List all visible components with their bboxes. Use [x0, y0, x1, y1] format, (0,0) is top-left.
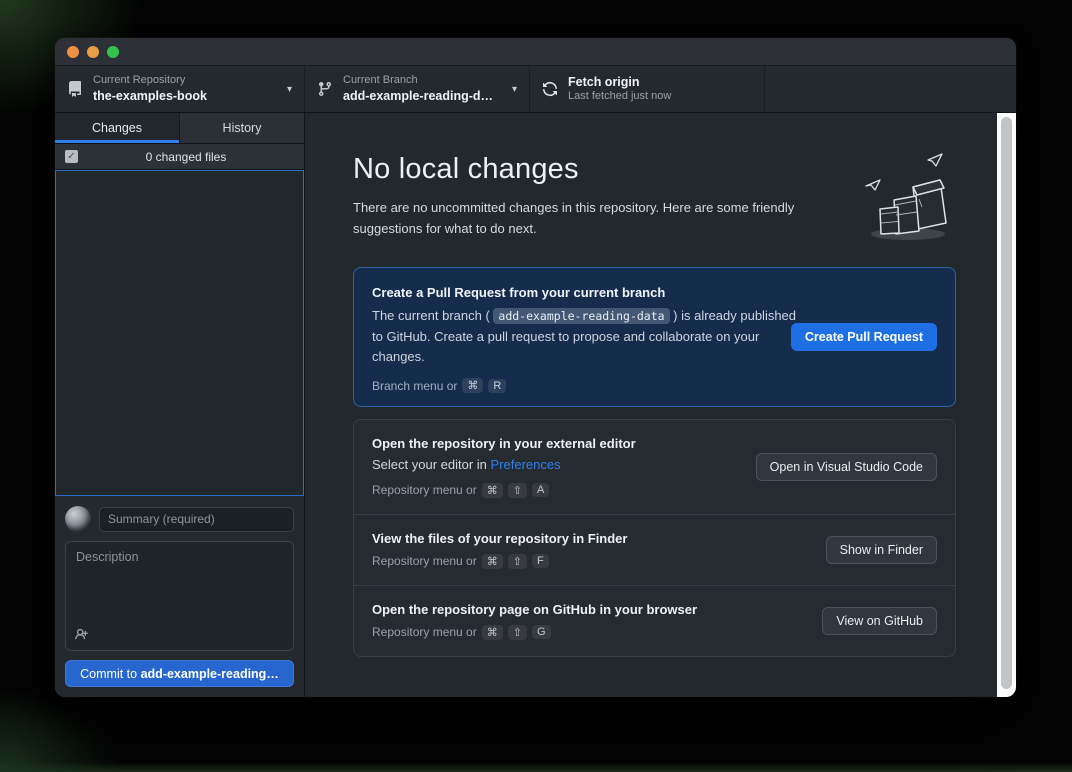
- body-text: Select your editor in: [372, 457, 491, 472]
- key-g: G: [532, 625, 551, 639]
- current-repository-dropdown[interactable]: Current Repository the-examples-book ▾: [55, 66, 305, 112]
- empty-state-illustration: [858, 151, 954, 243]
- sidebar-tabs: Changes History: [55, 113, 304, 144]
- suggestions-group: Open the repository in your external edi…: [353, 419, 956, 657]
- key-shift: ⇧: [508, 483, 527, 498]
- maximize-window-button[interactable]: [107, 46, 119, 58]
- toolbar: Current Repository the-examples-book ▾ C…: [55, 66, 1016, 113]
- changes-list[interactable]: [55, 170, 304, 496]
- add-coauthor-icon[interactable]: [75, 627, 90, 642]
- key-cmd: ⌘: [482, 483, 503, 498]
- main-content: No local changes There are no uncommitte…: [305, 113, 1016, 697]
- shortcut-label: Repository menu or: [372, 625, 477, 639]
- sidebar: Changes History ✓ 0 changed files: [55, 113, 305, 697]
- titlebar: [55, 38, 1016, 66]
- open-in-editor-button[interactable]: Open in Visual Studio Code: [756, 453, 937, 481]
- shortcut-label: Repository menu or: [372, 483, 477, 497]
- tab-changes[interactable]: Changes: [55, 113, 179, 143]
- key-cmd: ⌘: [482, 625, 503, 640]
- key-f: F: [532, 554, 549, 568]
- current-repository-value: the-examples-book: [93, 88, 279, 104]
- sync-icon: [542, 81, 558, 97]
- changed-files-count: 0 changed files: [78, 150, 294, 164]
- current-repository-label: Current Repository: [93, 74, 279, 88]
- fetch-origin-button[interactable]: Fetch origin Last fetched just now: [530, 66, 765, 112]
- summary-input[interactable]: [99, 507, 294, 532]
- shortcut-label: Branch menu or: [372, 379, 457, 393]
- changed-files-row: ✓ 0 changed files: [55, 144, 304, 170]
- key-cmd: ⌘: [462, 378, 483, 393]
- body-text: The current branch (: [372, 308, 493, 323]
- create-pull-request-button[interactable]: Create Pull Request: [791, 323, 937, 351]
- commit-button-prefix: Commit to: [80, 667, 137, 681]
- card-show-in-finder: View the files of your repository in Fin…: [354, 515, 955, 586]
- card-view-on-github: Open the repository page on GitHub in yo…: [354, 586, 955, 656]
- scrollbar-track[interactable]: [997, 113, 1016, 697]
- key-shift: ⇧: [508, 554, 527, 569]
- view-on-github-button[interactable]: View on GitHub: [822, 607, 937, 635]
- shortcut-hint: Repository menu or ⌘ ⇧ A: [372, 483, 937, 498]
- current-branch-label: Current Branch: [343, 74, 504, 88]
- fetch-origin-subtitle: Last fetched just now: [568, 90, 752, 104]
- branch-code-chip: add-example-reading-data: [493, 308, 669, 324]
- chevron-down-icon: ▾: [287, 84, 292, 95]
- card-open-in-editor: Open the repository in your external edi…: [354, 420, 955, 515]
- key-a: A: [532, 483, 549, 497]
- app-window: Current Repository the-examples-book ▾ C…: [55, 38, 1016, 697]
- avatar: [65, 506, 91, 532]
- current-branch-dropdown[interactable]: Current Branch add-example-reading-d… ▾: [305, 66, 530, 112]
- show-in-finder-button[interactable]: Show in Finder: [826, 536, 937, 564]
- preferences-link[interactable]: Preferences: [491, 457, 561, 472]
- key-shift: ⇧: [508, 625, 527, 640]
- card-body: The current branch ( add-example-reading…: [372, 306, 810, 368]
- current-branch-value: add-example-reading-d…: [343, 88, 504, 104]
- description-box: [65, 541, 294, 651]
- commit-button-branch: add-example-reading…: [141, 667, 279, 681]
- description-input[interactable]: [66, 542, 293, 650]
- shortcut-label: Repository menu or: [372, 554, 477, 568]
- key-r: R: [488, 379, 506, 393]
- scrollbar-thumb[interactable]: [1001, 117, 1012, 689]
- minimize-window-button[interactable]: [87, 46, 99, 58]
- card-title: Create a Pull Request from your current …: [372, 285, 937, 300]
- fetch-origin-title: Fetch origin: [568, 74, 752, 90]
- chevron-down-icon: ▾: [512, 84, 517, 95]
- card-title: Open the repository in your external edi…: [372, 436, 937, 451]
- shortcut-hint: Branch menu or ⌘ R: [372, 378, 937, 393]
- card-create-pull-request: Create a Pull Request from your current …: [353, 267, 956, 407]
- tab-history[interactable]: History: [179, 113, 304, 143]
- close-window-button[interactable]: [67, 46, 79, 58]
- repo-icon: [67, 81, 83, 97]
- select-all-checkbox[interactable]: ✓: [65, 150, 78, 163]
- git-branch-icon: [317, 81, 333, 97]
- commit-button[interactable]: Commit to add-example-reading…: [65, 660, 294, 687]
- commit-form: Commit to add-example-reading…: [55, 496, 304, 697]
- key-cmd: ⌘: [482, 554, 503, 569]
- page-subtitle: There are no uncommitted changes in this…: [353, 197, 865, 240]
